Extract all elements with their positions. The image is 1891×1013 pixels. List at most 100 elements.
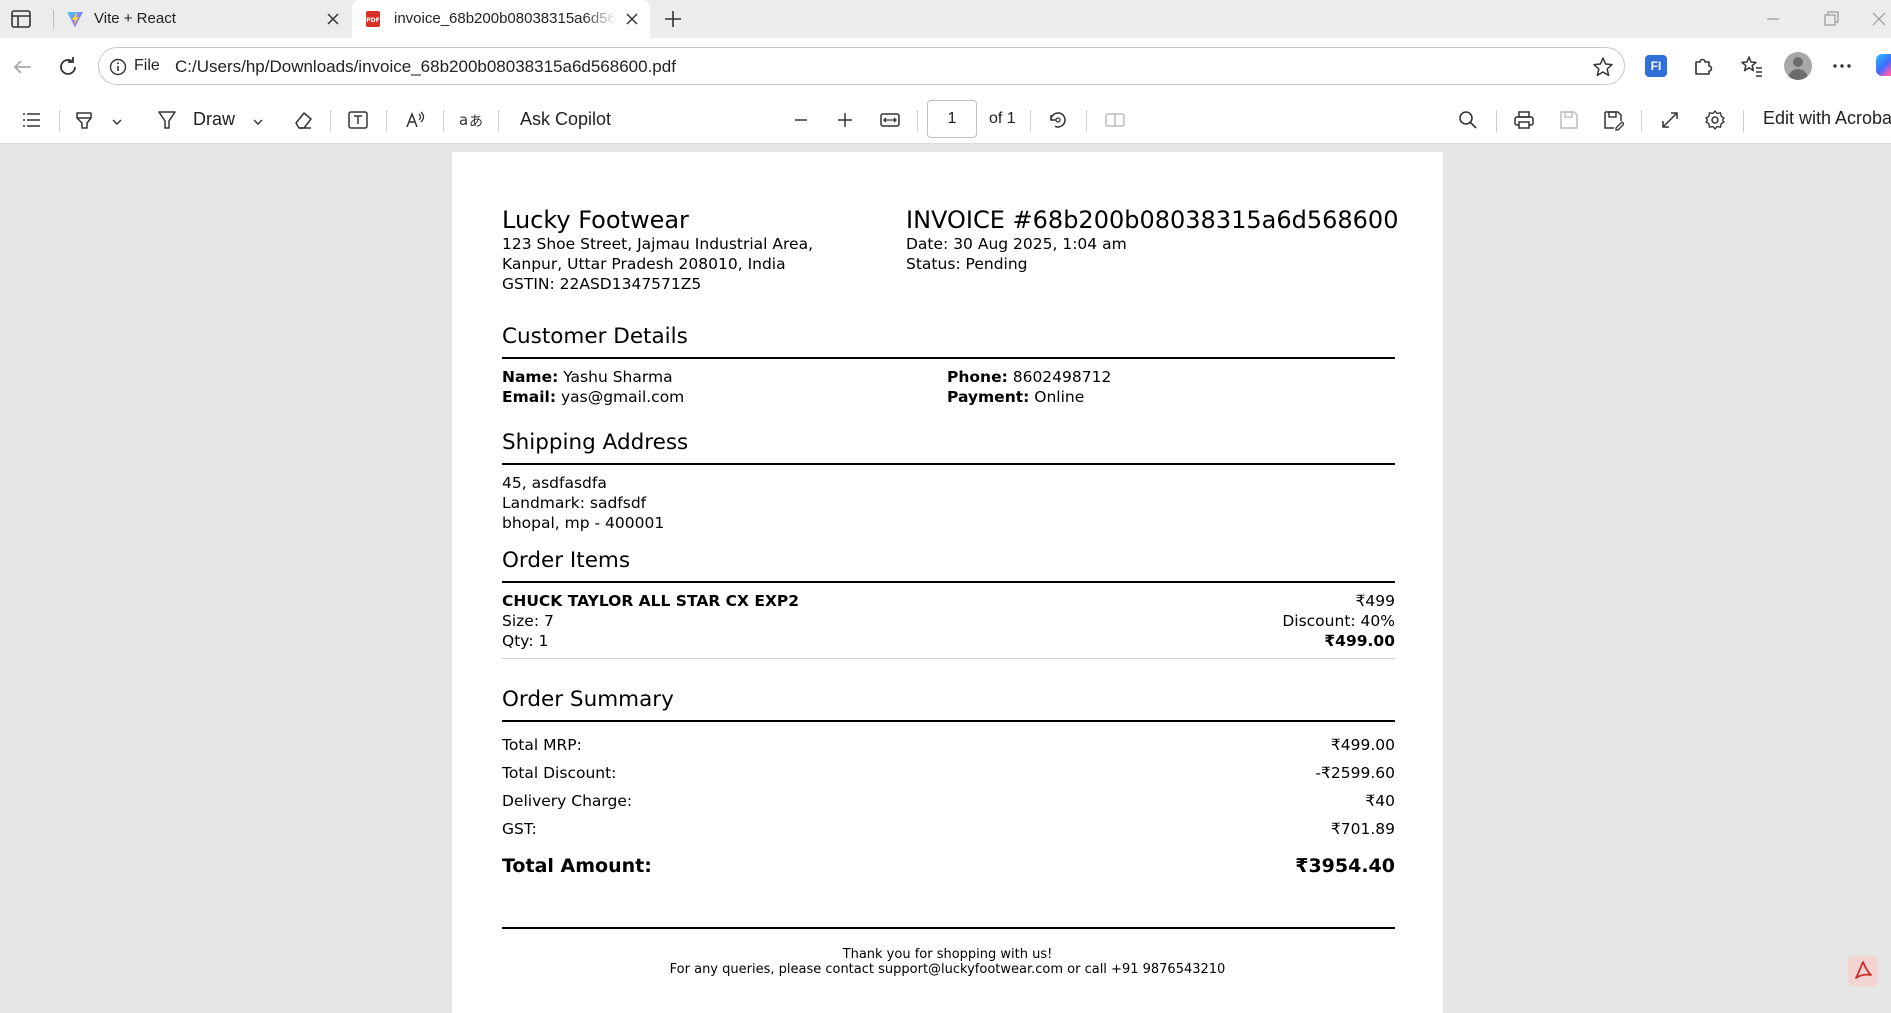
contents-list-icon[interactable] <box>20 109 42 131</box>
close-window-icon[interactable] <box>1868 8 1890 30</box>
tab-title: invoice_68b200b08038315a6d568600.pdf <box>394 10 616 27</box>
summary-label: GST: <box>502 820 537 838</box>
settings-gear-icon[interactable] <box>1704 109 1726 131</box>
eraser-icon[interactable] <box>292 109 314 131</box>
store-address-line: 123 Shoe Street, Jajmau Industrial Area, <box>502 235 814 253</box>
more-options-icon[interactable] <box>1829 53 1855 79</box>
new-tab-icon[interactable] <box>662 8 684 30</box>
shipping-line: Landmark: sadfsdf <box>502 494 647 512</box>
extension-fi-icon[interactable]: FI <box>1645 55 1667 77</box>
pdf-toolbar: Draw aあ Ask Copilot 1 of 1 Edit with Acr… <box>0 96 1891 144</box>
zoom-out-icon[interactable] <box>790 109 812 131</box>
item-size: Size: 7 <box>502 612 554 630</box>
invoice-date: Date: 30 Aug 2025, 1:04 am <box>906 235 1127 253</box>
customer-phone: Phone: 8602498712 <box>947 368 1112 386</box>
zoom-in-icon[interactable] <box>834 109 856 131</box>
extensions-puzzle-icon[interactable] <box>1690 53 1716 79</box>
toolbar-divider <box>1086 110 1087 132</box>
total-value: ₹3954.40 <box>1295 855 1395 877</box>
restore-icon[interactable] <box>1820 8 1842 30</box>
address-bar[interactable]: File C:/Users/hp/Downloads/invoice_68b20… <box>98 47 1625 85</box>
acrobat-icon[interactable] <box>1848 956 1878 986</box>
address-row: File C:/Users/hp/Downloads/invoice_68b20… <box>0 38 1891 96</box>
toolbar-divider <box>1743 110 1744 132</box>
item-price: ₹499 <box>1355 592 1395 610</box>
svg-text:a: a <box>459 111 468 129</box>
chevron-down-icon[interactable] <box>252 115 264 127</box>
order-item-prices: ₹499 Discount: 40% ₹499.00 <box>1282 591 1395 651</box>
copilot-icon[interactable] <box>1876 54 1891 76</box>
vite-logo-icon <box>66 10 84 28</box>
summary-value: ₹499.00 <box>1330 736 1395 754</box>
summary-label: Total MRP: <box>502 736 582 754</box>
summary-label: Total Discount: <box>502 764 617 782</box>
minimize-icon[interactable] <box>1762 8 1784 30</box>
invoice-title: INVOICE #68b200b08038315a6d568600 <box>906 206 1399 234</box>
save-icon[interactable] <box>1558 109 1580 131</box>
profile-avatar[interactable] <box>1784 52 1812 80</box>
url-text[interactable]: C:/Users/hp/Downloads/invoice_68b200b080… <box>175 57 676 77</box>
section-divider <box>502 463 1395 465</box>
pdf-viewer: Lucky Footwear 123 Shoe Street, Jajmau I… <box>0 144 1891 1013</box>
refresh-icon[interactable] <box>55 54 81 80</box>
item-divider <box>502 658 1395 659</box>
sidebar-toggle-icon[interactable] <box>10 9 32 29</box>
draw-label[interactable]: Draw <box>193 109 235 130</box>
tab-invoice-pdf[interactable]: PDF invoice_68b200b08038315a6d568600.pdf <box>352 0 650 38</box>
rotate-icon[interactable] <box>1047 109 1069 131</box>
shipping-line: 45, asdfasdfa <box>502 474 607 492</box>
store-name: Lucky Footwear <box>502 206 689 234</box>
favorites-icon[interactable] <box>1739 53 1765 79</box>
page-view-icon[interactable] <box>1104 109 1126 131</box>
customer-right: Phone: 8602498712 Payment: Online <box>947 367 1111 407</box>
toolbar-divider <box>59 110 60 132</box>
store-gstin: GSTIN: 22ASD1347571Z5 <box>502 275 702 293</box>
customer-email: Email: yas@gmail.com <box>502 388 685 406</box>
footer-divider <box>502 927 1395 929</box>
toolbar-divider <box>498 110 499 132</box>
tab-title: Vite + React <box>94 10 176 27</box>
store-address-line: Kanpur, Uttar Pradesh 208010, India <box>502 255 786 273</box>
summary-label: Delivery Charge: <box>502 792 633 810</box>
summary-value: -₹2599.60 <box>1315 764 1395 782</box>
page-total-label: of 1 <box>989 110 1016 127</box>
close-tab-icon[interactable] <box>323 9 343 29</box>
page-number-input[interactable]: 1 <box>927 100 977 138</box>
pdf-file-icon: PDF <box>364 10 382 28</box>
tab-vite-react[interactable]: Vite + React <box>54 0 350 38</box>
section-divider <box>502 720 1395 722</box>
read-aloud-icon[interactable] <box>404 109 426 131</box>
edit-with-acrobat-button[interactable]: Edit with Acroba <box>1763 108 1891 129</box>
print-icon[interactable] <box>1513 109 1535 131</box>
svg-text:あ: あ <box>469 114 483 130</box>
chevron-down-icon[interactable] <box>111 115 123 127</box>
close-tab-icon[interactable] <box>622 9 642 29</box>
order-item: CHUCK TAYLOR ALL STAR CX EXP2 Size: 7 Qt… <box>502 591 799 651</box>
toolbar-divider <box>330 110 331 132</box>
toolbar-divider <box>443 110 444 132</box>
back-icon[interactable] <box>10 54 36 80</box>
add-text-icon[interactable] <box>347 109 369 131</box>
info-icon[interactable] <box>109 58 127 76</box>
pdf-page: Lucky Footwear 123 Shoe Street, Jajmau I… <box>452 152 1443 1013</box>
scheme-label: File <box>134 57 160 74</box>
highlighter-icon[interactable] <box>73 109 95 131</box>
fit-width-icon[interactable] <box>879 109 901 131</box>
translate-icon[interactable]: aあ <box>459 109 483 131</box>
ask-copilot-button[interactable]: Ask Copilot <box>520 109 611 130</box>
customer-left: Name: Yashu Sharma Email: yas@gmail.com <box>502 367 684 407</box>
summary-section-title: Order Summary <box>502 687 674 712</box>
total-label: Total Amount: <box>502 855 652 877</box>
footer-contact: For any queries, please contact support@… <box>669 962 1226 977</box>
search-icon[interactable] <box>1457 109 1479 131</box>
favorite-star-icon[interactable] <box>1592 56 1614 78</box>
invoice-status: Status: Pending <box>906 255 1028 273</box>
customer-section-title: Customer Details <box>502 324 688 349</box>
tab-bar: Vite + React PDF invoice_68b200b08038315… <box>0 0 1891 38</box>
toolbar-divider <box>1641 110 1642 132</box>
shipping-line: bhopal, mp - 400001 <box>502 514 665 532</box>
full-screen-icon[interactable] <box>1659 109 1681 131</box>
toolbar-divider <box>1496 110 1497 132</box>
draw-pen-icon[interactable] <box>156 109 178 131</box>
save-as-icon[interactable] <box>1602 109 1625 131</box>
